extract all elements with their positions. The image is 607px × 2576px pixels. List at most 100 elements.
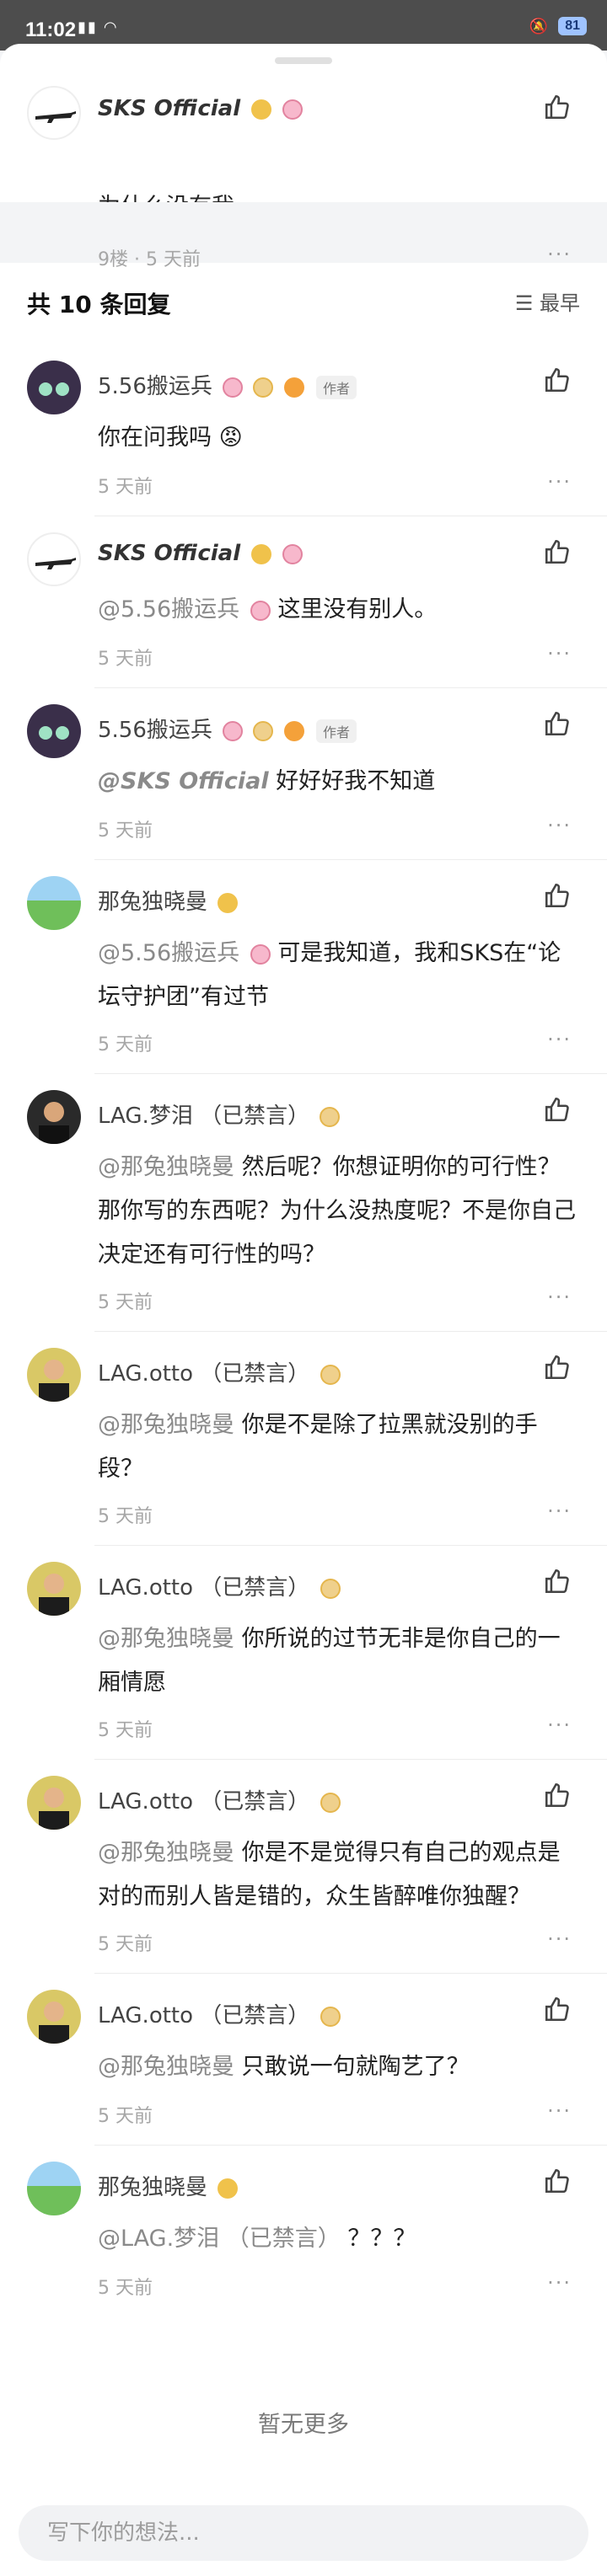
avatar[interactable]: [27, 704, 81, 758]
like-icon[interactable]: [543, 1353, 572, 1382]
comment-input[interactable]: 写下你的想法...: [19, 2505, 588, 2561]
reply-time: 5 天前: [98, 1720, 153, 1741]
reply-time: 5 天前: [98, 2278, 153, 2299]
level-badge: [320, 1106, 341, 1127]
reply-sheet: SKS Official 为什么没有我。 9楼 · 5 天前 ··· 共 10 …: [0, 44, 607, 2576]
medal-badge: [282, 543, 304, 564]
like-icon[interactable]: [543, 709, 572, 738]
divider: [94, 1759, 607, 1760]
more-icon[interactable]: ···: [547, 814, 572, 837]
op-footer: [0, 202, 607, 263]
comment-bar: 写下你的想法...: [0, 2485, 607, 2576]
status-bar: 11:02 ▮▮ ◠ 🔕 81: [0, 0, 607, 51]
op-name[interactable]: SKS Official: [98, 96, 304, 121]
more-icon[interactable]: ···: [547, 1713, 572, 1737]
reply-author[interactable]: 那兔独晓曼: [98, 2170, 239, 2201]
reply-text: @那兔独晓曼 你所说的过节无非是你自己的一厢情愿: [98, 1626, 561, 1696]
medal-badge: [250, 600, 271, 621]
level-badge: [320, 1364, 341, 1385]
angry-emoji-icon: 😡: [218, 425, 243, 451]
reply-text: @5.56搬运兵 这里没有别人。: [98, 596, 438, 623]
sort-icon: ☰: [514, 291, 534, 315]
divider: [94, 1331, 607, 1332]
avatar[interactable]: [27, 532, 81, 586]
reply-time: 5 天前: [98, 477, 153, 498]
divider: [94, 1545, 607, 1546]
more-icon[interactable]: ···: [547, 1028, 572, 1051]
like-icon[interactable]: [543, 1995, 572, 2023]
like-icon[interactable]: [543, 881, 572, 910]
more-icon[interactable]: ···: [547, 1927, 572, 1951]
mention[interactable]: @SKS Official: [98, 768, 269, 794]
avatar[interactable]: [27, 1090, 81, 1144]
mention[interactable]: @LAG.梦泪 （已禁言）: [98, 2226, 341, 2252]
op-meta: 9楼 · 5 天前: [98, 249, 201, 270]
reply-time: 5 天前: [98, 2106, 153, 2127]
signal-icon: ▮▮: [78, 19, 98, 35]
avatar[interactable]: [27, 2162, 81, 2215]
medal-badge: [282, 99, 304, 120]
reply-author[interactable]: LAG.otto （已禁言）: [98, 1570, 341, 1601]
reply-text: @5.56搬运兵 可是我知道，我和SKS在“论坛守护团”有过节: [98, 940, 561, 1010]
reply-text: @那兔独晓曼 你是不是除了拉黑就没别的手段？: [98, 1412, 538, 1482]
reply-author[interactable]: LAG.梦泪 （已禁言）: [98, 1098, 341, 1130]
reply-author[interactable]: LAG.otto （已禁言）: [98, 1356, 341, 1387]
avatar[interactable]: [27, 1990, 81, 2044]
more-icon[interactable]: ···: [547, 2271, 572, 2295]
battery-indicator: 81: [558, 17, 587, 35]
mention[interactable]: @那兔独晓曼: [98, 2054, 234, 2080]
mention[interactable]: @那兔独晓曼: [98, 1840, 234, 1866]
level-badge: [251, 543, 272, 564]
level-badge: [218, 2178, 239, 2199]
avatar[interactable]: [27, 1348, 81, 1402]
reply-author[interactable]: LAG.otto （已禁言）: [98, 1784, 341, 1815]
sort-toggle[interactable]: ☰ 最早: [515, 286, 580, 316]
mute-icon: 🔕: [529, 17, 549, 35]
reply-text: @LAG.梦泪 （已禁言） ？？？: [98, 2226, 416, 2252]
avatar[interactable]: [27, 876, 81, 930]
mention[interactable]: @那兔独晓曼: [98, 1626, 234, 1652]
like-icon[interactable]: [543, 1781, 572, 1809]
like-icon[interactable]: [543, 93, 572, 121]
drag-handle[interactable]: [275, 57, 332, 64]
divider: [94, 687, 607, 688]
reply-text: @那兔独晓曼 只敢说一句就陶艺了？: [98, 2054, 470, 2080]
mention[interactable]: @5.56搬运兵: [98, 596, 239, 623]
reply-author[interactable]: 5.56搬运兵 作者: [98, 713, 357, 744]
wifi-icon: ◠: [103, 19, 119, 35]
replies-count: 共 10 条回复: [27, 291, 171, 318]
level-badge: [283, 720, 304, 741]
divider: [94, 1073, 607, 1074]
no-more-label: 暂无更多: [258, 2412, 349, 2438]
divider: [94, 859, 607, 860]
avatar[interactable]: [27, 1562, 81, 1616]
reply-time: 5 天前: [98, 820, 153, 842]
reply-author[interactable]: 5.56搬运兵 作者: [98, 369, 357, 400]
author-tag: 作者: [315, 375, 357, 399]
like-icon[interactable]: [543, 537, 572, 566]
like-icon[interactable]: [543, 2167, 572, 2195]
more-icon[interactable]: ···: [547, 1285, 572, 1309]
like-icon[interactable]: [543, 1567, 572, 1595]
mention[interactable]: @5.56搬运兵: [98, 940, 239, 966]
like-icon[interactable]: [543, 366, 572, 394]
avatar[interactable]: [27, 1776, 81, 1830]
reply-author[interactable]: SKS Official: [98, 541, 304, 566]
more-icon[interactable]: ···: [547, 642, 572, 665]
mention[interactable]: @那兔独晓曼: [98, 1412, 234, 1438]
medal-badge: [223, 377, 244, 398]
status-time: 11:02: [25, 19, 77, 41]
mention[interactable]: @那兔独晓曼: [98, 1154, 234, 1180]
reply-author[interactable]: 那兔独晓曼: [98, 884, 239, 916]
more-icon[interactable]: ···: [547, 243, 572, 266]
more-icon[interactable]: ···: [547, 1499, 572, 1523]
reply-author[interactable]: LAG.otto （已禁言）: [98, 1998, 341, 2029]
level-badge: [218, 892, 239, 913]
more-icon[interactable]: ···: [547, 2099, 572, 2123]
like-icon[interactable]: [543, 1095, 572, 1124]
op-avatar[interactable]: [27, 86, 81, 140]
reply-text: @那兔独晓曼 然后呢？你想证明你的可行性？那你写的东西呢？为什么没热度呢？不是你…: [98, 1154, 576, 1268]
more-icon[interactable]: ···: [547, 470, 572, 494]
avatar[interactable]: [27, 361, 81, 414]
medal-badge: [253, 720, 274, 741]
